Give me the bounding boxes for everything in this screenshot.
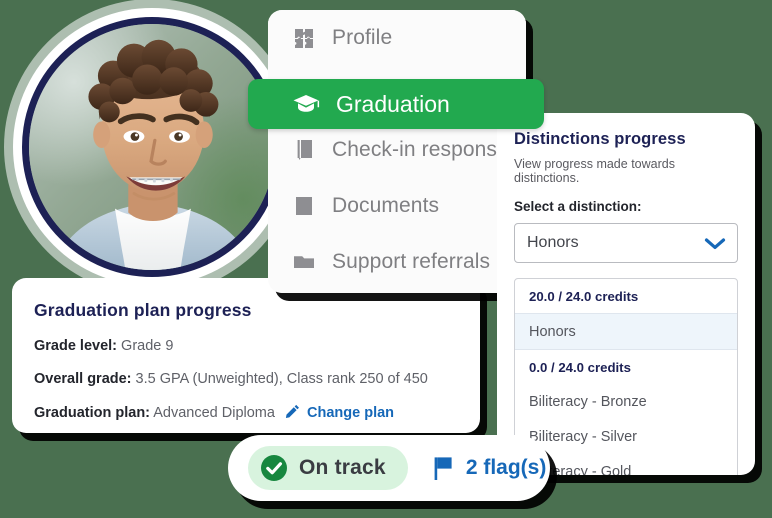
menu-item-check-in-responses[interactable]: Check-in responses	[268, 122, 526, 178]
avatar-ring	[22, 17, 282, 277]
puzzle-piece-icon	[292, 26, 316, 50]
distinction-select[interactable]: Honors	[514, 223, 738, 263]
status-badge[interactable]: On track	[248, 446, 408, 490]
grade-level-value: Grade 9	[121, 338, 174, 354]
list-item-option-honors[interactable]: Honors	[515, 313, 737, 350]
avatar-photo	[29, 24, 275, 270]
pencil-icon[interactable]	[285, 404, 300, 419]
distinction-select-value: Honors	[527, 234, 579, 251]
overall-grade-value: 3.5 GPA (Unweighted), Class rank 250 of …	[135, 371, 428, 387]
book-pencil-icon	[292, 138, 316, 162]
menu-item-graduation[interactable]: Graduation	[248, 79, 544, 129]
avatar	[13, 8, 291, 286]
distinctions-title: Distinctions progress	[514, 130, 686, 148]
overall-grade-row: Overall grade: 3.5 GPA (Unweighted), Cla…	[12, 371, 480, 387]
list-item-credits: 20.0 / 24.0 credits	[529, 288, 639, 304]
distinction-select-label: Select a distinction:	[514, 199, 642, 214]
graduation-cap-icon	[292, 90, 320, 118]
graduation-plan-value: Advanced Diploma	[153, 405, 275, 421]
distinction-options-list[interactable]: 20.0 / 24.0 credits Honors 0.0 / 24.0 cr…	[514, 278, 738, 475]
grade-level-row: Grade level: Grade 9	[12, 338, 480, 354]
menu-item-label: Check-in responses	[332, 138, 520, 161]
graduation-plan-progress-card: Graduation plan progress Grade level: Gr…	[12, 278, 480, 433]
flags-label: 2 flag(s)	[465, 456, 547, 479]
flag-icon	[432, 456, 455, 481]
list-item-credits: 0.0 / 24.0 credits	[529, 359, 631, 375]
screenshot-stage: Profile Check-in responses Documents Sup…	[0, 0, 772, 518]
flags-indicator[interactable]: 2 flag(s)	[432, 456, 547, 481]
book-bookmark-icon	[292, 194, 316, 218]
list-item-option-biliteracy-bronze[interactable]: Biliteracy - Bronze	[515, 384, 737, 419]
grade-level-label: Grade level:	[34, 338, 118, 354]
menu-item-label: Profile	[332, 26, 393, 49]
distinctions-subtitle: View progress made towards distinctions.	[514, 157, 675, 185]
menu-item-documents[interactable]: Documents	[268, 178, 526, 234]
chevron-down-icon[interactable]	[704, 237, 726, 251]
menu-item-support-referrals[interactable]: Support referrals	[268, 234, 526, 290]
menu-item-label: Graduation	[336, 90, 450, 117]
status-pill: On track 2 flag(s)	[228, 435, 550, 501]
folder-icon	[292, 250, 316, 274]
check-circle-icon	[260, 454, 288, 482]
overall-grade-label: Overall grade:	[34, 371, 132, 387]
menu-item-label: Documents	[332, 194, 440, 217]
graduation-plan-row: Graduation plan: Advanced Diploma Change…	[12, 404, 480, 421]
graduation-plan-label: Graduation plan:	[34, 405, 150, 421]
menu-item-profile[interactable]: Profile	[268, 10, 526, 66]
menu-item-label: Support referrals	[332, 250, 491, 273]
student-nav-menu: Profile Check-in responses Documents Sup…	[268, 10, 526, 293]
status-badge-label: On track	[299, 456, 386, 479]
change-plan-link[interactable]: Change plan	[307, 405, 394, 421]
distinctions-progress-card: Distinctions progress View progress made…	[497, 113, 755, 475]
list-item-option-biliteracy-silver[interactable]: Biliteracy - Silver	[515, 419, 737, 454]
